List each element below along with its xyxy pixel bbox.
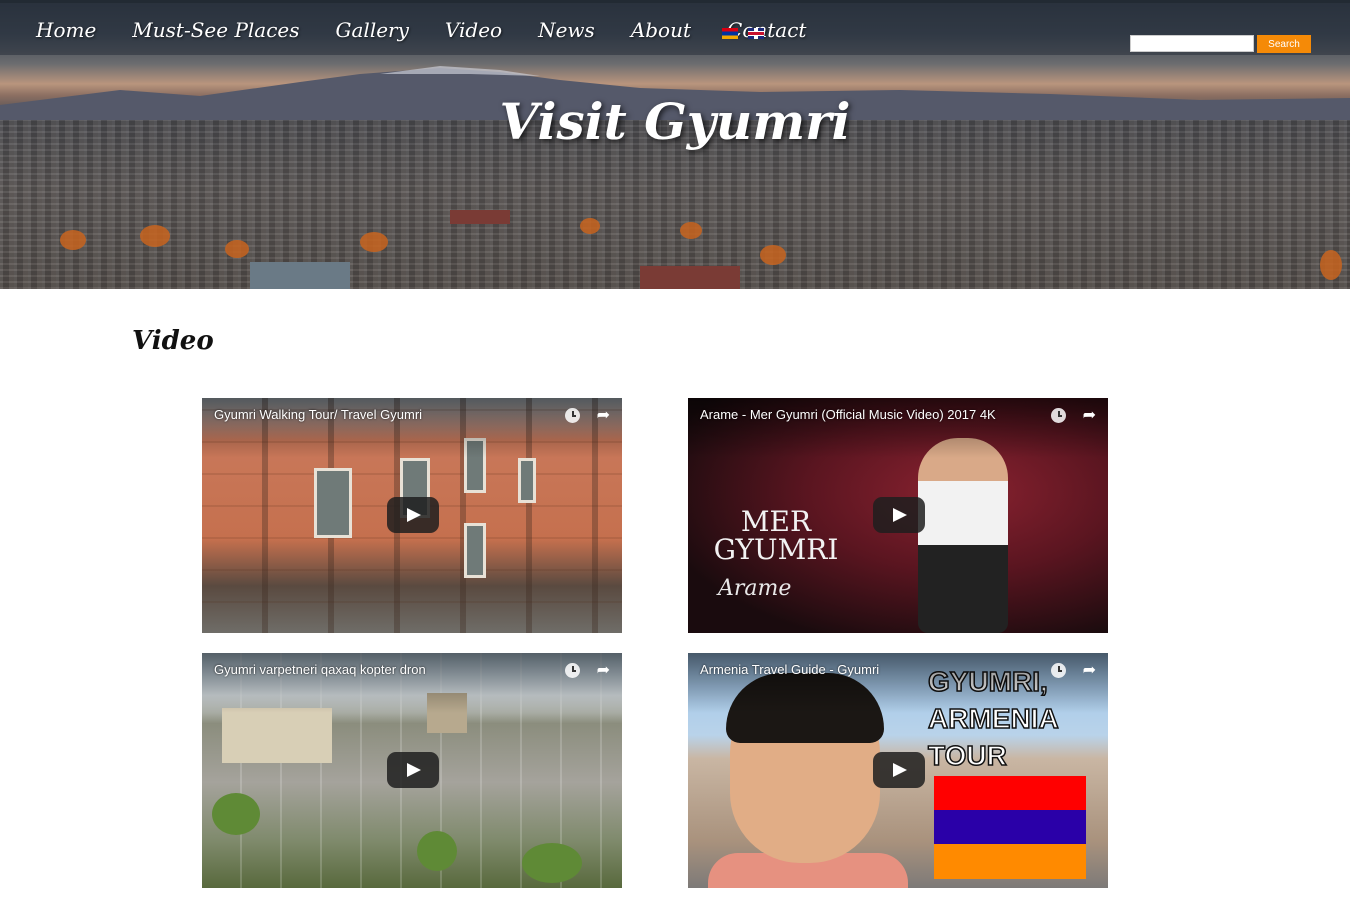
share-icon[interactable]: ➦ — [1083, 660, 1096, 679]
watch-later-icon[interactable] — [565, 408, 580, 423]
video-title[interactable]: Gyumri Walking Tour/ Travel Gyumri — [214, 407, 422, 422]
autumn-tree — [760, 245, 786, 265]
play-button[interactable] — [873, 497, 925, 533]
share-icon[interactable]: ➦ — [597, 660, 610, 679]
hero-banner: Home Must-See Places Gallery Video News … — [0, 0, 1350, 289]
autumn-tree — [360, 232, 388, 252]
search-input[interactable] — [1130, 35, 1254, 52]
share-icon[interactable]: ➦ — [1083, 405, 1096, 424]
play-button[interactable] — [387, 752, 439, 788]
watch-later-icon[interactable] — [1051, 408, 1066, 423]
search-button[interactable]: Search — [1257, 35, 1311, 53]
video-player[interactable]: GYUMRI, ARMENIA TOUR Armenia Travel Guid… — [688, 653, 1108, 888]
building-roof — [450, 210, 510, 224]
language-switcher — [722, 28, 764, 39]
autumn-tree — [680, 222, 702, 239]
nav-video[interactable]: Video — [427, 13, 520, 47]
video-title[interactable]: Armenia Travel Guide - Gyumri — [700, 662, 879, 677]
video-title[interactable]: Gyumri varpetneri qaxaq kopter dron — [214, 662, 426, 677]
nav-gallery[interactable]: Gallery — [318, 13, 427, 47]
autumn-tree — [1320, 250, 1342, 280]
watch-later-icon[interactable] — [1051, 663, 1066, 678]
video-player[interactable]: MER GYUMRI Arame Arame - Mer Gyumri (Off… — [688, 398, 1108, 633]
autumn-tree — [225, 240, 249, 258]
english-flag-icon[interactable] — [748, 28, 764, 39]
singer-figure — [918, 438, 1008, 633]
autumn-tree — [60, 230, 86, 250]
watch-later-icon[interactable] — [565, 663, 580, 678]
share-icon[interactable]: ➦ — [597, 405, 610, 424]
armenian-flag-icon[interactable] — [722, 28, 738, 39]
thumbnail-signature: Arame — [718, 576, 792, 601]
building-roof — [640, 266, 740, 289]
thumbnail-text: MER GYUMRI — [713, 505, 839, 566]
nav-home[interactable]: Home — [0, 13, 114, 47]
armenian-flag-graphic — [934, 776, 1086, 879]
page-title: Video — [132, 326, 214, 356]
top-navigation: Home Must-See Places Gallery Video News … — [0, 0, 1350, 55]
nav-must-see-places[interactable]: Must-See Places — [114, 13, 317, 47]
hero-title: Visit Gyumri — [499, 92, 851, 151]
video-player[interactable]: Gyumri varpetneri qaxaq kopter dron ➦ — [202, 653, 622, 888]
nav-news[interactable]: News — [520, 13, 613, 47]
autumn-tree — [580, 218, 600, 234]
play-button[interactable] — [387, 497, 439, 533]
nav-menu: Home Must-See Places Gallery Video News … — [0, 13, 824, 47]
video-player[interactable]: Gyumri Walking Tour/ Travel Gyumri ➦ — [202, 398, 622, 633]
play-button[interactable] — [873, 752, 925, 788]
autumn-tree — [140, 225, 170, 247]
video-title[interactable]: Arame - Mer Gyumri (Official Music Video… — [700, 407, 996, 422]
nav-about[interactable]: About — [613, 13, 709, 47]
building-roof — [250, 262, 350, 289]
